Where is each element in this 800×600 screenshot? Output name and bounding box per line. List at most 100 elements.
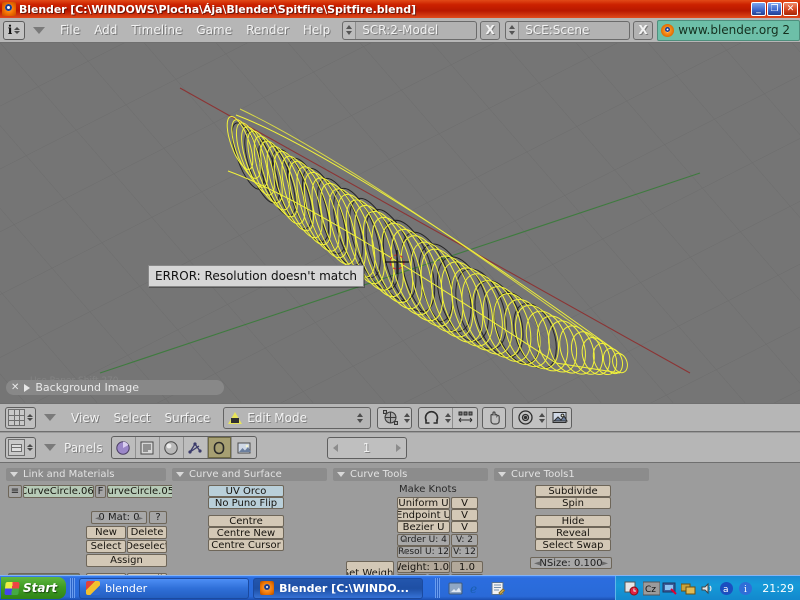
menu-collapse-triangle-icon[interactable]	[44, 444, 56, 451]
subdivide-button[interactable]: Subdivide	[535, 485, 611, 497]
proportional-edit-icon[interactable]	[453, 408, 477, 428]
mode-selector[interactable]: Edit Mode	[223, 406, 372, 429]
pivot-center-icon[interactable]	[513, 408, 537, 428]
screen-selector[interactable]: SCR:2-Model	[342, 20, 478, 40]
minimize-button[interactable]: _	[751, 2, 766, 16]
viewport-menu-select[interactable]: Select	[106, 408, 157, 428]
collapse-triangle-icon[interactable]	[176, 472, 184, 477]
collapse-triangle-icon[interactable]	[337, 472, 345, 477]
info-icon[interactable]: i	[3, 20, 25, 40]
network-tray-icon[interactable]	[680, 581, 696, 596]
no-puno-flip-button[interactable]: No Puno Flip	[208, 497, 284, 509]
close-button[interactable]: ✕	[783, 2, 798, 16]
messenger-tray-icon[interactable]: a	[719, 581, 734, 596]
rotate-around-stepper-icon[interactable]	[443, 412, 452, 423]
screen-selector-stepper-icon[interactable]	[343, 21, 357, 39]
show-desktop-icon[interactable]	[448, 581, 463, 596]
material-name-field[interactable]: CurveCircle.059	[107, 485, 174, 498]
viewport-menu-view[interactable]: View	[64, 408, 106, 428]
panel-page-selector[interactable]: 1	[326, 436, 407, 459]
expand-triangle-icon[interactable]	[24, 383, 31, 392]
pivot-and-snap-group[interactable]	[418, 406, 479, 429]
chevron-right-icon[interactable]	[395, 443, 401, 452]
taskbar-item-blender-app[interactable]: Blender [C:\WINDO...	[253, 577, 424, 599]
language-cz-icon[interactable]: Cz	[642, 581, 661, 596]
menu-render[interactable]: Render	[239, 20, 296, 40]
curve-name-field[interactable]: :CurveCircle.062	[23, 485, 94, 498]
delete-material-button[interactable]: Delete	[127, 526, 167, 539]
collapse-triangle-icon[interactable]	[10, 472, 18, 477]
menu-collapse-triangle-icon[interactable]	[44, 414, 56, 421]
weight-field[interactable]: Weight: 1.00	[397, 561, 450, 573]
pivot-center-group[interactable]	[512, 406, 573, 429]
deselect-button[interactable]: Deselect	[127, 540, 167, 553]
shading-context-icon[interactable]	[160, 437, 184, 458]
reveal-button[interactable]: Reveal	[535, 527, 611, 539]
scene-context-icon[interactable]	[232, 437, 256, 458]
mode-selector-stepper-icon[interactable]	[354, 412, 366, 423]
scene-delete-button[interactable]: X	[633, 20, 654, 40]
lock-to-scene-hand-icon[interactable]	[482, 406, 507, 429]
taskbar-item-blender-folder[interactable]: blender	[79, 577, 250, 599]
start-button[interactable]: Start	[1, 577, 67, 599]
viewport-menu-surface[interactable]: Surface	[158, 408, 218, 428]
resol-u-field[interactable]: ◄ Resol U: 12	[397, 546, 450, 558]
clock-tray-icon[interactable]	[624, 581, 639, 596]
draw-type-stepper-icon[interactable]	[402, 412, 411, 423]
centre-button[interactable]: Centre	[208, 515, 284, 527]
grid-editor-type-icon[interactable]	[5, 406, 36, 429]
select-button[interactable]: Select	[86, 540, 126, 553]
centre-new-button[interactable]: Centre New	[208, 527, 284, 539]
endpoint-u-button[interactable]: Endpoint U	[397, 509, 450, 521]
scene-selector-stepper-icon[interactable]	[506, 21, 520, 39]
close-icon[interactable]: ✕	[11, 382, 19, 393]
endpoint-v-button[interactable]: V	[451, 509, 478, 521]
material-help-button[interactable]: ?	[149, 511, 167, 524]
order-v-field[interactable]: V: 2	[451, 534, 478, 546]
3d-viewport[interactable]: Use Paper Shift 270 ✕ Background Image E…	[0, 43, 800, 403]
menu-collapse-triangle-icon[interactable]	[33, 26, 45, 34]
internet-explorer-icon[interactable]: e	[469, 581, 484, 596]
screen-delete-button[interactable]: X	[480, 20, 501, 40]
menu-timeline[interactable]: Timeline	[124, 20, 189, 40]
script-context-icon[interactable]	[136, 437, 160, 458]
material-f-button[interactable]: F	[95, 485, 106, 498]
display-tray-icon[interactable]	[662, 581, 678, 596]
object-context-icon[interactable]	[184, 437, 208, 458]
menu-add[interactable]: Add	[87, 20, 124, 40]
logic-context-icon[interactable]	[112, 437, 136, 458]
render-window-icon[interactable]	[547, 408, 571, 428]
panel-header[interactable]: Curve and Surface	[172, 468, 327, 481]
uniform-u-button[interactable]: Uniform U	[397, 497, 450, 509]
menu-help[interactable]: Help	[296, 20, 337, 40]
hide-button[interactable]: Hide	[535, 515, 611, 527]
taskbar-grip[interactable]	[70, 578, 76, 598]
blender-web-link[interactable]: www.blender.org 2	[657, 19, 800, 41]
weight-value-field[interactable]: 1.0	[451, 561, 483, 573]
menu-file[interactable]: File	[53, 20, 87, 40]
bezier-v-button[interactable]: V	[451, 521, 478, 533]
scene-selector[interactable]: SCE:Scene	[505, 20, 631, 40]
background-image-panel-tab[interactable]: ✕ Background Image	[6, 380, 224, 395]
resol-v-field[interactable]: V: 12	[451, 546, 478, 558]
context-icon-group[interactable]	[110, 436, 257, 459]
curve-browse-button[interactable]: ≡	[8, 485, 22, 498]
menu-game[interactable]: Game	[189, 20, 239, 40]
centre-cursor-button[interactable]: Centre Cursor	[208, 539, 284, 551]
panel-header[interactable]: Link and Materials	[6, 468, 166, 481]
editing-context-icon[interactable]	[207, 437, 232, 458]
quicklaunch-grip[interactable]	[435, 578, 441, 598]
assign-button[interactable]: Assign	[86, 554, 167, 567]
notepad-icon[interactable]	[490, 581, 506, 596]
panel-header[interactable]: Curve Tools	[333, 468, 488, 481]
nsize-field[interactable]: ◄ NSize: 0.100 ►	[530, 557, 612, 569]
pivot-center-stepper-icon[interactable]	[537, 412, 546, 423]
panel-header[interactable]: Curve Tools1	[494, 468, 649, 481]
new-material-button[interactable]: New	[86, 526, 126, 539]
select-swap-button[interactable]: Select Swap	[535, 539, 611, 551]
collapse-triangle-icon[interactable]	[498, 472, 506, 477]
spin-button[interactable]: Spin	[535, 497, 611, 509]
chevron-left-icon[interactable]	[332, 443, 338, 452]
uniform-v-button[interactable]: V	[451, 497, 478, 509]
draw-type-group[interactable]	[377, 406, 413, 429]
